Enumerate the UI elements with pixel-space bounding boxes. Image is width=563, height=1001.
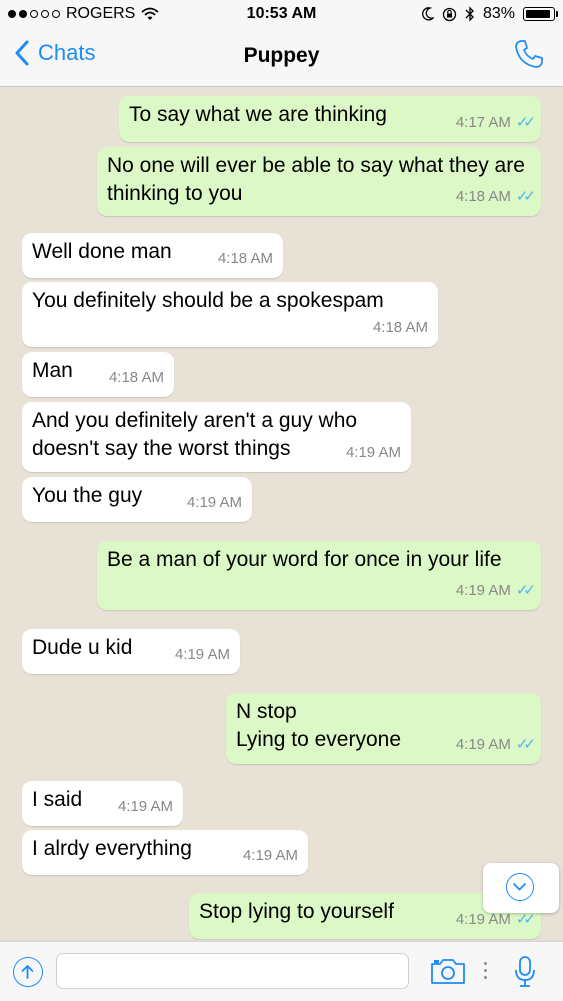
upload-icon [21, 965, 34, 979]
message-meta: 4:19 AM ✓✓ [455, 577, 536, 605]
message-time: 4:19 AM [455, 736, 511, 753]
message-bubble[interactable]: No one will ever be able to say what the… [97, 147, 541, 216]
message-bubble[interactable]: I said 4:19 AM [22, 781, 183, 826]
double-check-icon: ✓✓ [515, 114, 536, 131]
message-bubble[interactable]: Be a man of your word for once in your l… [97, 541, 541, 610]
scroll-to-bottom-button[interactable] [483, 863, 559, 913]
message-meta: 4:19 AM [243, 842, 298, 870]
message-bubble[interactable]: N stop Lying to everyone 4:19 AM ✓✓ [226, 693, 541, 764]
message-time: 4:19 AM [455, 582, 511, 599]
microphone-icon [515, 956, 535, 987]
message-text: Stop lying to yourself [199, 900, 394, 923]
input-bar [0, 941, 563, 1001]
camera-icon [431, 959, 465, 984]
bluetooth-icon [465, 6, 474, 22]
message-bubble[interactable]: You the guy 4:19 AM [22, 477, 252, 522]
message-meta: 4:18 AM [109, 364, 164, 392]
attach-button[interactable] [13, 957, 43, 987]
phone-icon [515, 40, 543, 68]
message-time: 4:18 AM [372, 319, 428, 336]
microphone-button[interactable] [513, 955, 537, 994]
message-input[interactable] [56, 953, 409, 989]
double-check-icon: ✓✓ [515, 582, 536, 599]
message-meta: 4:19 AM [346, 439, 401, 467]
message-bubble[interactable]: Well done man 4:18 AM [22, 233, 283, 278]
chat-area[interactable]: To say what we are thinking 4:17 AM ✓✓ No… [0, 87, 563, 940]
message-meta: 4:19 AM [187, 489, 242, 517]
back-button[interactable]: Chats [14, 40, 95, 66]
message-time: 4:19 AM [117, 798, 173, 815]
message-time: 4:18 AM [217, 250, 273, 267]
status-bar: ROGERS 10:53 AM 83% [0, 0, 563, 28]
message-text: To say what we are thinking [129, 103, 387, 126]
battery-icon [523, 7, 558, 21]
message-meta: 4:18 AM [373, 314, 428, 342]
rotation-lock-icon [442, 7, 457, 21]
back-label: Chats [38, 40, 96, 65]
message-meta: 4:18 AM ✓✓ [455, 183, 536, 211]
message-text: Well done man [32, 240, 172, 263]
message-bubble[interactable]: You definitely should be a spokespam 4:1… [22, 282, 438, 347]
camera-button[interactable] [430, 957, 466, 990]
message-time: 4:19 AM [186, 494, 242, 511]
more-dots-icon[interactable] [484, 962, 487, 979]
scroll-down-icon [506, 873, 534, 901]
message-meta: 4:19 AM [118, 793, 173, 821]
message-bubble[interactable]: Dude u kid 4:19 AM [22, 629, 240, 674]
message-text: I alrdy everything [32, 837, 192, 860]
message-bubble[interactable]: To say what we are thinking 4:17 AM ✓✓ [119, 96, 541, 142]
message-meta: 4:19 AM [175, 641, 230, 669]
message-text: You definitely should be a spokespam [32, 289, 384, 312]
message-bubble[interactable]: And you definitely aren't a guy who does… [22, 402, 411, 472]
moon-icon [422, 7, 434, 21]
message-text: Dude u kid [32, 636, 133, 659]
message-time: 4:17 AM [455, 114, 511, 131]
chevron-left-icon [15, 40, 29, 66]
message-meta: 4:17 AM ✓✓ [455, 109, 536, 137]
message-time: 4:19 AM [174, 646, 230, 663]
message-time: 4:18 AM [455, 188, 511, 205]
message-time: 4:18 AM [108, 369, 164, 386]
message-time: 4:19 AM [242, 847, 298, 864]
message-bubble[interactable]: I alrdy everything 4:19 AM [22, 830, 308, 875]
message-time: 4:19 AM [345, 444, 401, 461]
message-meta: 4:19 AM ✓✓ [455, 731, 536, 759]
message-text: Be a man of your word for once in your l… [107, 548, 502, 571]
message-meta: 4:18 AM [218, 245, 273, 273]
double-check-icon: ✓✓ [515, 188, 536, 205]
chat-header: Chats Puppey [0, 28, 563, 87]
message-text: You the guy [32, 484, 143, 507]
double-check-icon: ✓✓ [515, 736, 536, 753]
message-bubble[interactable]: Man 4:18 AM [22, 352, 174, 397]
message-text: I said [32, 788, 83, 811]
battery-percent: 83% [482, 5, 515, 22]
message-text: Man [32, 359, 73, 382]
message-text: And you definitely aren't a guy who does… [32, 409, 358, 460]
call-button[interactable] [513, 38, 545, 75]
